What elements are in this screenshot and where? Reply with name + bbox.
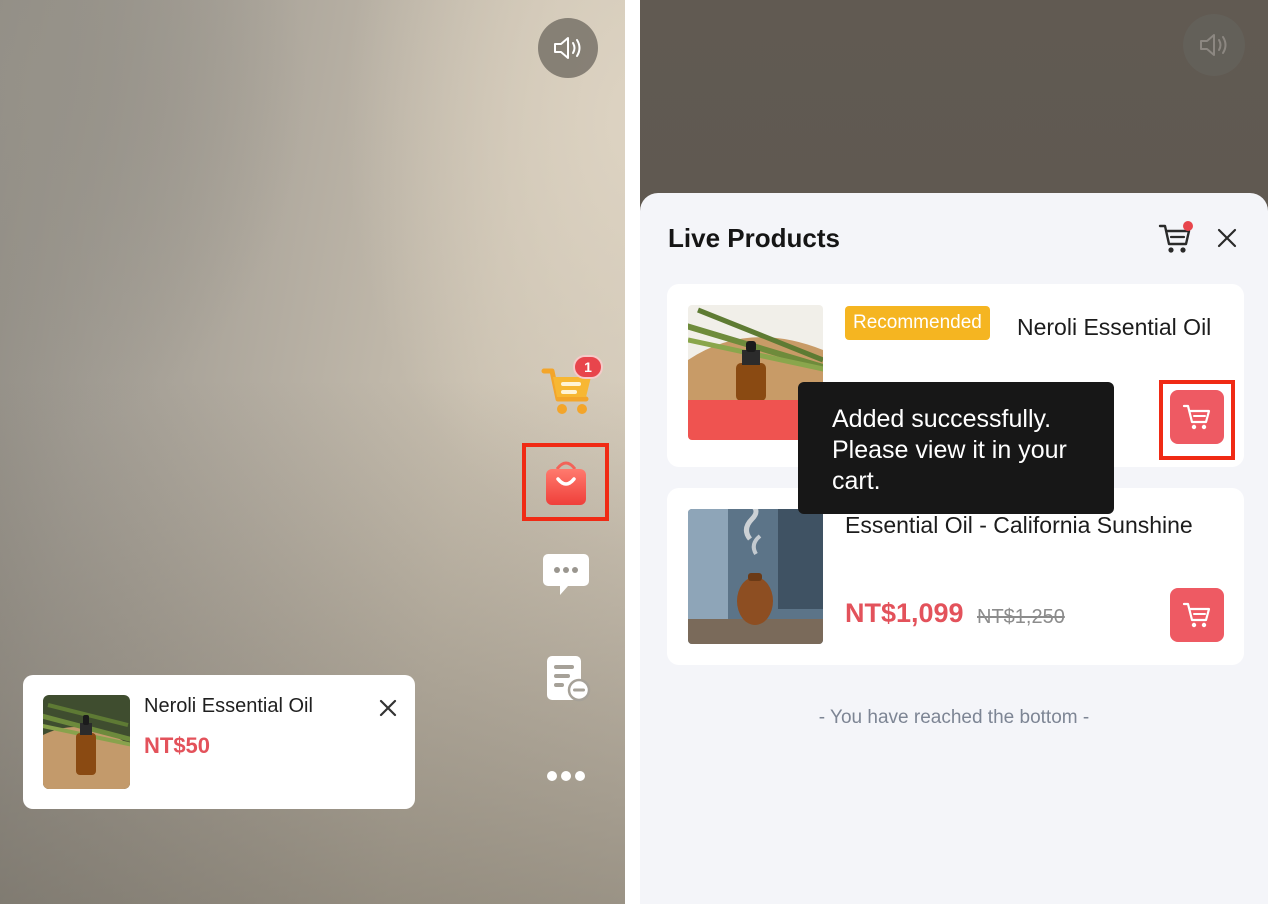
sheet-title: Live Products bbox=[668, 223, 840, 253]
pinned-product-price: NT$50 bbox=[144, 733, 211, 758]
sound-toggle-button[interactable] bbox=[1183, 14, 1245, 76]
chat-button[interactable] bbox=[541, 550, 591, 600]
notes-button[interactable] bbox=[544, 654, 592, 704]
pinned-product-card[interactable]: Neroli Essential Oil NT$50 bbox=[23, 675, 415, 809]
product-name: Essential Oil - California Sunshine bbox=[845, 512, 1193, 538]
product-card[interactable]: Essential Oil - California Sunshine NT$1… bbox=[667, 488, 1244, 665]
speaker-icon bbox=[1200, 34, 1227, 56]
more-icon bbox=[547, 771, 585, 781]
live-stream-view: 1 Neroli Essential Oil NT$50 bbox=[0, 0, 625, 904]
added-to-cart-toast: Added successfully. Please view it in yo… bbox=[798, 382, 1114, 514]
sheet-close-button[interactable] bbox=[1216, 227, 1238, 249]
add-to-cart-icon bbox=[1182, 602, 1211, 628]
add-to-cart-highlight bbox=[1159, 380, 1235, 460]
pinned-product-name: Neroli Essential Oil bbox=[144, 695, 313, 717]
product-thumbnail bbox=[43, 695, 130, 789]
close-icon bbox=[1217, 228, 1237, 248]
live-products-sheet: Live Products Neroli Essential Oil Recom… bbox=[640, 193, 1268, 904]
product-price: NT$1,099 bbox=[845, 598, 964, 628]
close-icon bbox=[379, 699, 397, 717]
notes-icon bbox=[547, 656, 591, 702]
sound-toggle-button[interactable] bbox=[538, 18, 598, 78]
product-thumbnail bbox=[688, 509, 823, 644]
pinned-close-button[interactable] bbox=[377, 697, 399, 719]
end-of-list-note: - You have reached the bottom - bbox=[818, 707, 1090, 728]
recommended-badge: Recommended bbox=[845, 306, 990, 340]
add-to-cart-button[interactable] bbox=[1170, 588, 1224, 642]
speaker-icon bbox=[554, 37, 581, 59]
products-button-highlight bbox=[522, 443, 609, 521]
cart-count-badge: 1 bbox=[573, 355, 603, 379]
more-button[interactable] bbox=[545, 762, 587, 790]
product-original-price: NT$1,250 bbox=[977, 606, 1065, 628]
live-stream-view-with-products: Live Products Neroli Essential Oil Recom… bbox=[640, 0, 1268, 904]
cart-notification-dot bbox=[1183, 221, 1193, 231]
chat-icon bbox=[543, 554, 589, 595]
